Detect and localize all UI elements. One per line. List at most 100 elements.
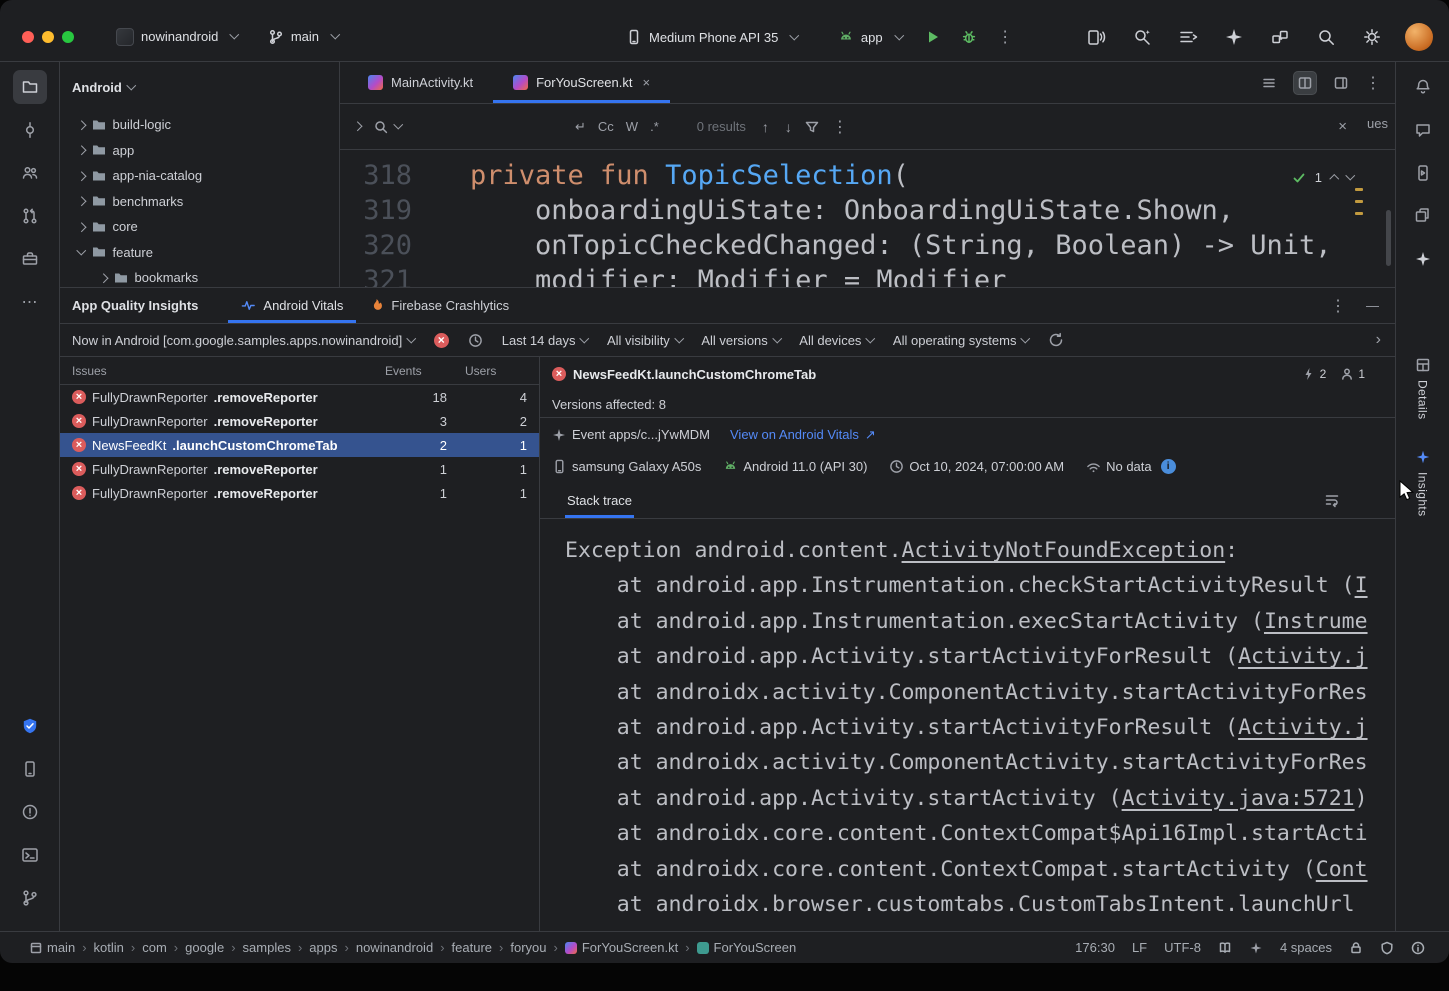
project-item-core[interactable]: core	[60, 214, 339, 240]
breadcrumb-item[interactable]: feature	[452, 940, 492, 955]
column-events[interactable]: Events	[385, 364, 447, 378]
warning-stripe-mark[interactable]	[1355, 212, 1363, 215]
breadcrumb-item[interactable]: nowinandroid	[356, 940, 433, 955]
ide-errors-icon[interactable]	[1411, 941, 1425, 955]
find-mode-selector[interactable]	[373, 119, 402, 135]
warning-stripe-mark[interactable]	[1355, 188, 1363, 191]
breadcrumb-item[interactable]: kotlin	[94, 940, 124, 955]
app-filter-dropdown[interactable]: Now in Android [com.google.samples.apps.…	[72, 333, 415, 348]
tab-android-vitals[interactable]: Android Vitals	[228, 288, 356, 323]
project-item-benchmarks[interactable]: benchmarks	[60, 189, 339, 215]
stack-frame[interactable]: at android.app.Instrumentation.checkStar…	[565, 568, 1395, 603]
code-line[interactable]: 321 modifier: Modifier = Modifier	[360, 263, 1395, 287]
device-manager-tool-button[interactable]	[13, 752, 47, 786]
more-run-actions-icon[interactable]: ⋮	[992, 24, 1018, 50]
project-item-feature[interactable]: feature	[60, 240, 339, 266]
split-editor-icon[interactable]	[1293, 71, 1317, 95]
run-button[interactable]	[920, 24, 946, 50]
search-everywhere-icon[interactable]	[1313, 24, 1339, 50]
stack-frame[interactable]: at androidx.activity.ComponentActivity.s…	[565, 745, 1395, 780]
visibility-filter-dropdown[interactable]: All visibility	[607, 333, 682, 348]
issue-row[interactable]: FullyDrawnReporter.removeReporter 3 2	[60, 409, 539, 433]
inspections-shield-icon[interactable]	[1380, 941, 1394, 955]
build-tool-button[interactable]	[13, 242, 47, 276]
chevron-right-icon[interactable]	[77, 120, 86, 129]
tab-firebase-crashlytics[interactable]: Firebase Crashlytics	[356, 288, 522, 323]
more-tool-windows-icon[interactable]: ⋯	[13, 285, 47, 319]
stack-frame[interactable]: at androidx.activity.ComponentActivity.s…	[565, 675, 1395, 710]
device-selector[interactable]: Medium Phone API 35	[618, 24, 806, 50]
breadcrumb-item[interactable]: samples	[243, 940, 291, 955]
tab-mainactivity[interactable]: MainActivity.kt	[348, 62, 493, 103]
editor-more-icon[interactable]: ⋮	[1365, 73, 1381, 93]
file-encoding[interactable]: UTF-8	[1164, 940, 1201, 955]
breadcrumb-item[interactable]: main	[30, 940, 75, 955]
view-on-android-vitals-link[interactable]: View on Android Vitals	[730, 427, 859, 442]
close-tab-icon[interactable]: ×	[642, 75, 650, 90]
issue-row[interactable]: FullyDrawnReporter.removeReporter 1 1	[60, 457, 539, 481]
ai-search-icon[interactable]	[1129, 24, 1155, 50]
project-item-app-nia-catalog[interactable]: app-nia-catalog	[60, 163, 339, 189]
inspection-widget[interactable]: 1	[1292, 160, 1353, 195]
editor-scrollbar[interactable]	[1386, 210, 1391, 266]
close-window-button[interactable]	[22, 31, 34, 43]
stack-frame[interactable]: Exception android.content.ActivityNotFou…	[565, 533, 1395, 568]
os-filter-dropdown[interactable]: All operating systems	[893, 333, 1029, 348]
code-line[interactable]: 318 private fun TopicSelection(	[360, 158, 1395, 193]
user-avatar[interactable]	[1405, 23, 1433, 51]
zoom-window-button[interactable]	[62, 31, 74, 43]
breadcrumb-item[interactable]: com	[142, 940, 167, 955]
next-problem-icon[interactable]	[1345, 171, 1354, 180]
structure-tool-button[interactable]	[13, 156, 47, 190]
tab-foryouscreen[interactable]: ForYouScreen.kt ×	[493, 62, 670, 103]
issue-row[interactable]: FullyDrawnReporter.removeReporter 1 1	[60, 481, 539, 505]
code-line[interactable]: 320 onTopicCheckedChanged: (String, Bool…	[360, 228, 1395, 263]
stack-frame[interactable]: at androidx.core.content.ContextCompat$A…	[565, 816, 1395, 851]
project-item-build-logic[interactable]: build-logic	[60, 112, 339, 138]
gemini-tool-button[interactable]	[1406, 242, 1440, 276]
stack-frame[interactable]: at android.app.Activity.startActivityFor…	[565, 710, 1395, 745]
minimize-window-button[interactable]	[42, 31, 54, 43]
devices-filter-dropdown[interactable]: All devices	[799, 333, 874, 348]
line-separator[interactable]: LF	[1132, 940, 1147, 955]
gemini-icon[interactable]	[1221, 24, 1247, 50]
problems-tool-button[interactable]	[13, 795, 47, 829]
project-item-app[interactable]: app	[60, 138, 339, 164]
stack-frame[interactable]: at android.app.Activity.startActivityFor…	[565, 639, 1395, 674]
device-mirroring-icon[interactable]	[1083, 24, 1109, 50]
running-devices-tool-button[interactable]	[1406, 156, 1440, 190]
logcat-icon[interactable]	[1175, 24, 1201, 50]
column-issues[interactable]: Issues	[72, 364, 385, 378]
newline-icon[interactable]: ↵	[575, 119, 586, 135]
stack-frame[interactable]: at android.app.Activity.startActivity (A…	[565, 781, 1395, 816]
code-editor[interactable]: 318 private fun TopicSelection( 319 onbo…	[340, 150, 1395, 287]
warning-stripe-mark[interactable]	[1355, 200, 1363, 203]
whole-words-toggle[interactable]: W	[626, 119, 638, 134]
indent-setting[interactable]: 4 spaces	[1280, 940, 1332, 955]
close-find-icon[interactable]: ×	[1338, 118, 1347, 135]
breadcrumb-item[interactable]: ForYouScreen	[697, 940, 797, 955]
issue-row[interactable]: FullyDrawnReporter.removeReporter 18 4	[60, 385, 539, 409]
chevron-right-icon[interactable]	[77, 146, 86, 155]
find-more-icon[interactable]: ⋮	[832, 117, 848, 137]
chevron-right-icon[interactable]	[77, 197, 86, 206]
chevron-right-icon[interactable]	[77, 222, 86, 231]
commit-tool-button[interactable]	[13, 113, 47, 147]
tool-window-button-details[interactable]: Details	[1415, 357, 1431, 419]
run-config-selector[interactable]: app	[830, 24, 910, 50]
breadcrumb-item[interactable]: apps	[309, 940, 337, 955]
info-icon[interactable]	[1161, 459, 1176, 474]
breadcrumb-item[interactable]: google	[185, 940, 224, 955]
soft-wrap-icon[interactable]	[1324, 492, 1340, 508]
find-input[interactable]	[413, 119, 563, 134]
column-users[interactable]: Users	[447, 364, 527, 378]
chevron-down-icon[interactable]	[77, 246, 86, 255]
tab-stack-trace[interactable]: Stack trace	[565, 482, 634, 518]
match-case-toggle[interactable]: Cc	[598, 119, 614, 134]
app-quality-insights-tool-button[interactable]	[13, 709, 47, 743]
previous-problem-icon[interactable]	[1330, 175, 1339, 184]
plugins-icon[interactable]	[1267, 24, 1293, 50]
notifications-tool-button[interactable]	[1406, 70, 1440, 104]
previous-match-icon[interactable]: ↑	[762, 119, 769, 135]
version-control-tool-button[interactable]	[13, 881, 47, 915]
